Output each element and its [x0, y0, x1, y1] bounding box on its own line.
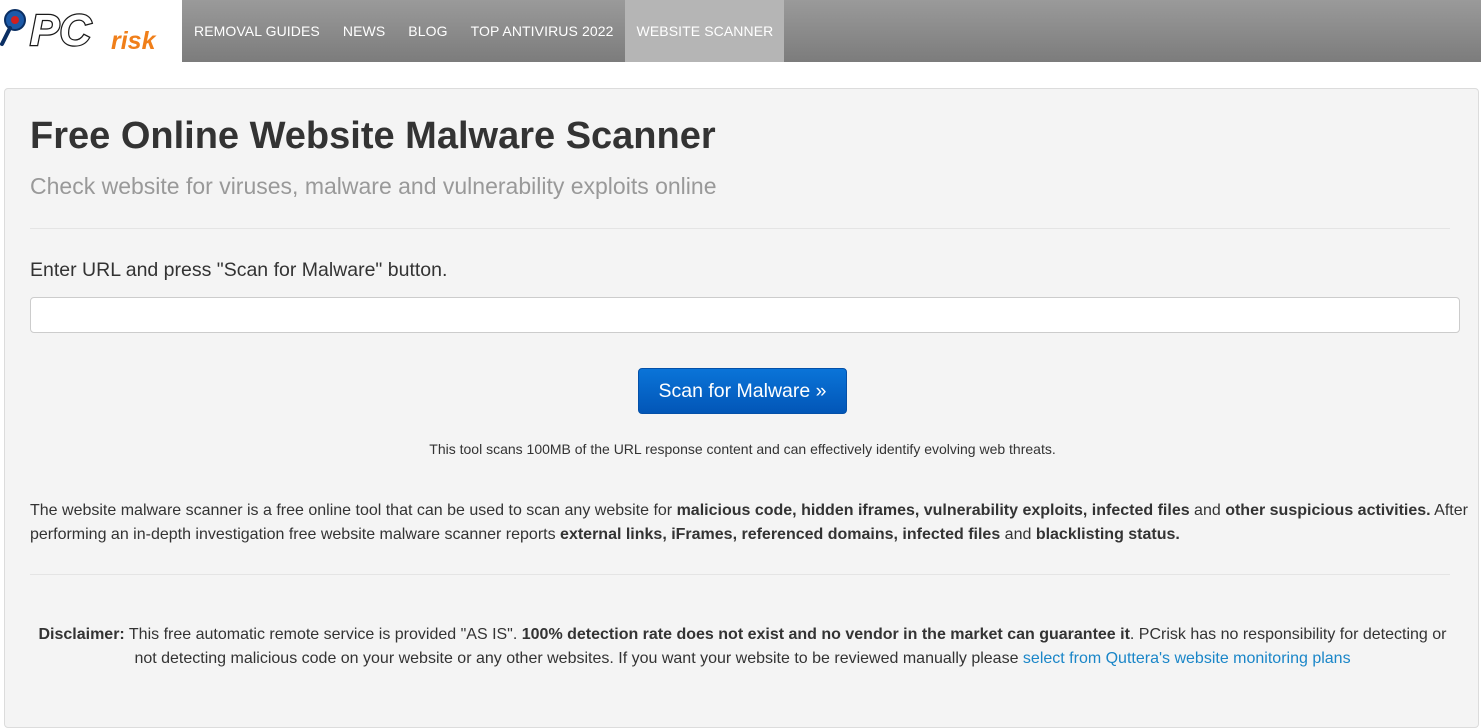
pcrisk-logo[interactable]: PC risk [0, 0, 182, 62]
description-bold: blacklisting status. [1035, 526, 1180, 543]
scan-for-malware-button[interactable]: Scan for Malware » [638, 368, 847, 414]
top-navigation-bar: PC risk REMOVAL GUIDES NEWS BLOG TOP ANT… [0, 0, 1481, 62]
main-nav: REMOVAL GUIDES NEWS BLOG TOP ANTIVIRUS 2… [182, 0, 785, 62]
url-input[interactable] [30, 297, 1460, 333]
description-text: and [1000, 526, 1036, 543]
nav-website-scanner[interactable]: WEBSITE SCANNER [624, 0, 785, 62]
nav-blog[interactable]: BLOG [396, 0, 458, 62]
quttera-plans-link[interactable]: select from Quttera's website monitoring… [1023, 650, 1351, 667]
nav-news[interactable]: NEWS [331, 0, 396, 62]
description-bold: external links, iFrames, referenced doma… [560, 526, 1001, 543]
disclaimer-label: Disclaimer: [38, 626, 125, 643]
description-bold: malicious code, hidden iframes, vulnerab… [676, 502, 1190, 519]
scanner-panel: Free Online Website Malware Scanner Chec… [4, 88, 1479, 728]
divider [30, 228, 1450, 229]
nav-top-antivirus[interactable]: TOP ANTIVIRUS 2022 [459, 0, 625, 62]
svg-text:PC: PC [30, 6, 92, 55]
disclaimer-paragraph: Disclaimer: This free automatic remote s… [30, 623, 1455, 671]
page-title: Free Online Website Malware Scanner [30, 115, 716, 157]
disclaimer-text: This free automatic remote service is pr… [124, 626, 522, 643]
svg-text:risk: risk [111, 27, 157, 55]
description-bold: other suspicious activities. [1225, 502, 1431, 519]
description-text: The website malware scanner is a free on… [30, 502, 677, 519]
disclaimer-bold: 100% detection rate does not exist and n… [521, 626, 1130, 643]
page-subtitle: Check website for viruses, malware and v… [30, 173, 717, 199]
scan-note: This tool scans 100MB of the URL respons… [429, 441, 1056, 457]
url-label: Enter URL and press "Scan for Malware" b… [30, 259, 448, 281]
description-text: and [1189, 502, 1226, 519]
description-paragraph: The website malware scanner is a free on… [30, 499, 1470, 547]
nav-removal-guides[interactable]: REMOVAL GUIDES [182, 0, 331, 62]
divider [30, 574, 1450, 575]
pcrisk-logo-icon: PC risk [0, 5, 157, 56]
